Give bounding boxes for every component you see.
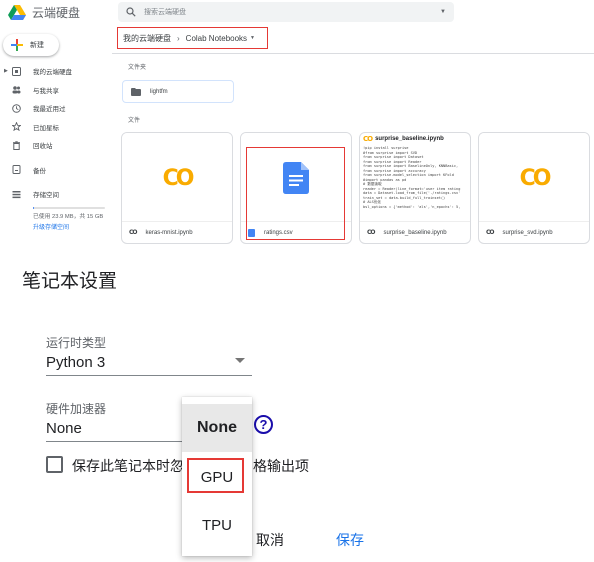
breadcrumb: 我的云端硬盘 › Colab Notebooks ▼ [117, 27, 268, 49]
section-label-files: 文件 [128, 118, 141, 124]
storage-progress-bar [33, 206, 105, 209]
sidebar-item-label: 我的云端硬盘 [33, 69, 72, 77]
section-label-folders: 文件夹 [128, 65, 147, 71]
colab-file-icon: CO [363, 135, 373, 143]
plus-icon [11, 39, 23, 51]
new-button-label: 新建 [30, 42, 44, 49]
backup-icon [12, 165, 21, 175]
accelerator-dropdown-menu: None GPU TPU [182, 397, 252, 556]
sidebar-item-label: 已加星标 [33, 124, 59, 132]
sidebar-item-my-drive[interactable]: ▶ 我的云端硬盘 [0, 62, 112, 81]
checkbox-label-left: 保存此笔记本时忽 [72, 458, 184, 474]
help-icon[interactable]: ? [254, 415, 273, 434]
storage-usage-text: 已使用 23.9 MB，共 15 GB [33, 213, 104, 220]
accelerator-select[interactable]: None [46, 420, 82, 437]
sidebar-item-label: 回收站 [33, 143, 53, 151]
colab-file-icon: CO [129, 229, 137, 236]
checkbox-label-right: 格输出项 [253, 458, 309, 474]
file-card[interactable]: CO CO surprise_svd.ipynb [478, 132, 590, 244]
colab-file-icon: CO [486, 229, 494, 236]
shared-people-icon [12, 86, 21, 94]
new-button[interactable]: 新建 [3, 34, 59, 56]
file-thumbnail [241, 133, 351, 223]
colab-file-icon: CO [367, 229, 375, 236]
file-card[interactable]: ratings.csv [240, 132, 352, 244]
omit-output-checkbox[interactable] [46, 456, 63, 473]
star-icon [12, 122, 21, 132]
sidebar-item-storage[interactable]: 存储空间 [0, 185, 112, 204]
storage-progress-fill [33, 206, 34, 209]
sidebar-item-label: 存储空间 [33, 192, 59, 200]
search-options-icon[interactable]: ▼ [440, 9, 446, 15]
upgrade-storage-link[interactable]: 升级存储空间 [0, 222, 112, 231]
clock-icon [12, 103, 21, 113]
runtime-type-label: 运行时类型 [46, 336, 107, 350]
colab-logo-icon: CO [162, 165, 195, 191]
drive-logo[interactable]: 云端硬盘 [8, 4, 80, 21]
storage-icon [12, 190, 21, 198]
file-name: surprise_svd.ipynb [502, 229, 553, 236]
cancel-button[interactable]: 取消 [256, 530, 284, 550]
folder-name: lightfm [150, 88, 168, 95]
sidebar-item-label: 我最近用过 [33, 106, 66, 114]
file-card[interactable]: CO CO keras-mnist.ipynb [121, 132, 233, 244]
sidebar-item-trash[interactable]: 回收站 [0, 136, 112, 155]
search-bar[interactable]: 搜索云端硬盘 ▼ [118, 2, 454, 22]
chevron-right-icon: › [177, 33, 180, 43]
drive-logo-icon [8, 4, 26, 20]
document-icon [283, 162, 309, 194]
preview-code: !pip install surprise #from surprise imp… [363, 146, 461, 209]
file-name: surprise_baseline.ipynb [383, 229, 447, 236]
sidebar-item-shared[interactable]: 与我共享 [0, 81, 112, 100]
runtime-select-underline [46, 375, 252, 376]
sidebar: ▶ 我的云端硬盘 与我共享 我最近用过 已加星标 回收站 备份 存储空间 已使用… [0, 62, 112, 231]
notebook-preview: CO surprise_baseline.ipynb !pip install s… [360, 133, 470, 223]
breadcrumb-root[interactable]: 我的云端硬盘 [123, 33, 171, 44]
file-name: keras-mnist.ipynb [145, 229, 193, 236]
file-thumbnail: CO [479, 133, 589, 223]
search-icon [126, 7, 136, 17]
sidebar-item-starred[interactable]: 已加星标 [0, 118, 112, 137]
save-button[interactable]: 保存 [336, 530, 364, 550]
sidebar-item-label: 与我共享 [33, 87, 59, 95]
divider [112, 53, 594, 54]
option-none[interactable]: None [182, 404, 252, 452]
file-name: ratings.csv [264, 229, 293, 236]
option-gpu[interactable]: GPU [182, 453, 252, 501]
dropdown-arrow-icon[interactable] [235, 358, 245, 363]
sidebar-item-recent[interactable]: 我最近用过 [0, 99, 112, 118]
runtime-type-select[interactable]: Python 3 [46, 354, 105, 371]
file-card[interactable]: CO surprise_baseline.ipynb !pip install s… [359, 132, 471, 244]
sidebar-item-label: 备份 [33, 167, 46, 175]
preview-title: surprise_baseline.ipynb [375, 136, 444, 142]
trash-icon [13, 141, 20, 150]
sidebar-item-backup[interactable]: 备份 [0, 161, 112, 180]
colab-logo-icon: CO [519, 165, 552, 191]
folder-item[interactable]: lightfm [122, 80, 234, 103]
doc-file-icon [248, 228, 255, 237]
file-thumbnail: CO [122, 133, 232, 223]
expand-icon[interactable]: ▶ [4, 68, 8, 74]
search-input[interactable]: 搜索云端硬盘 [144, 7, 440, 17]
folder-icon [131, 87, 141, 96]
drive-folder-icon [12, 66, 21, 76]
breadcrumb-current[interactable]: Colab Notebooks [186, 34, 247, 43]
dialog-title: 笔记本设置 [22, 271, 118, 292]
app-name: 云端硬盘 [32, 6, 81, 20]
option-tpu[interactable]: TPU [182, 501, 252, 549]
chevron-down-icon[interactable]: ▼ [250, 35, 255, 41]
accelerator-label: 硬件加速器 [46, 402, 107, 416]
